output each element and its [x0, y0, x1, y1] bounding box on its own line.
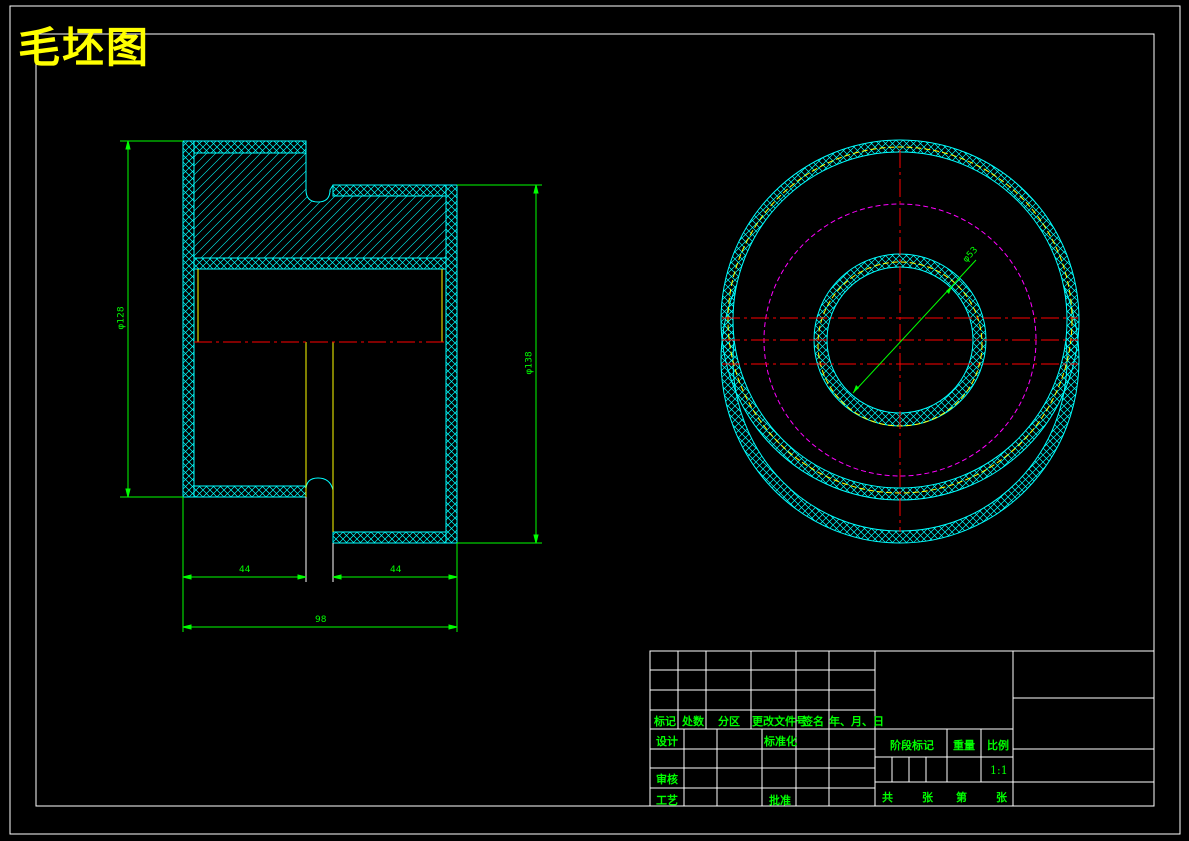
tb-sheet-no: 第 [956, 791, 967, 804]
top-right-band [332, 184, 447, 197]
top-left-band [193, 140, 307, 154]
drawing-canvas [9, 5, 1181, 835]
end-view [720, 139, 1080, 544]
top-groove [305, 141, 334, 203]
dim-left-length: 44 [239, 565, 251, 575]
bottom-right-band [332, 531, 447, 544]
tb-scale-value: 1:1 [990, 764, 1008, 777]
tb-header-count: 处数 [682, 715, 704, 728]
drawing-title: 毛坯图 [18, 23, 151, 72]
right-wall [445, 184, 458, 544]
tb-process: 工艺 [656, 794, 678, 807]
tb-scale: 比例 [987, 739, 1009, 752]
tb-header-change-doc: 更改文件号 [752, 715, 807, 728]
tb-standardization: 标准化 [764, 735, 797, 748]
solid-hatch [194, 153, 446, 258]
tb-header-zone: 分区 [718, 715, 740, 728]
dim-right-length: 44 [390, 565, 402, 575]
tb-design: 设计 [656, 735, 678, 748]
tb-approval: 批准 [769, 794, 791, 807]
tb-review: 审核 [656, 773, 678, 786]
dim-total-length: 98 [315, 615, 327, 625]
tb-header-mark: 标记 [654, 715, 676, 728]
tb-total: 共 [882, 791, 893, 804]
tb-stage-mark: 阶段标记 [890, 739, 934, 752]
bore-band [193, 257, 447, 270]
tb-header-date: 年、月、日 [829, 715, 884, 728]
dim-left-diameter: φ128 [116, 306, 127, 330]
tb-weight: 重量 [953, 739, 975, 752]
dim-right-diameter: φ138 [524, 351, 535, 375]
left-wall [182, 140, 195, 498]
tb-sheets: 张 [922, 791, 933, 804]
tb-header-sign: 签名 [802, 715, 824, 728]
bottom-groove [305, 477, 334, 532]
bottom-left-band [193, 485, 307, 498]
tb-sheet-suffix: 张 [996, 791, 1007, 804]
section-view [120, 140, 542, 632]
